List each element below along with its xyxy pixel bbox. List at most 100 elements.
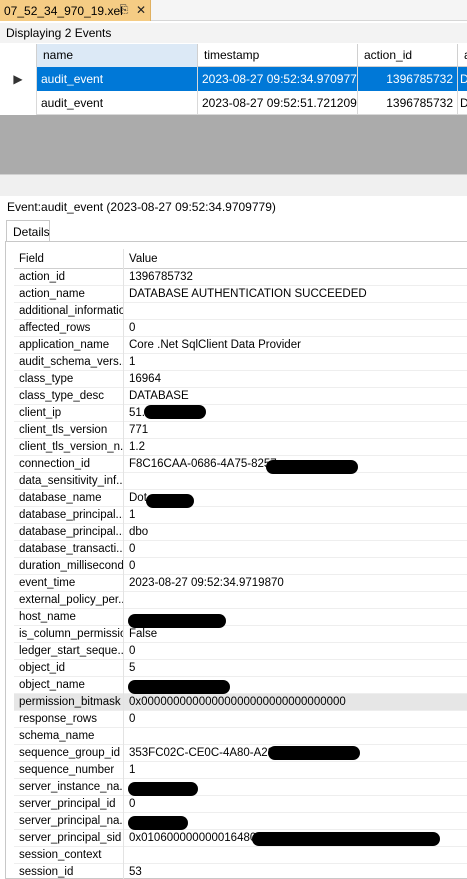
- close-icon[interactable]: ✕: [134, 3, 148, 17]
- detail-field-name: database_principal...: [14, 507, 124, 524]
- detail-field-value: Core .Net SqlClient Data Provider: [129, 339, 301, 351]
- detail-row[interactable]: response_rows 0: [14, 711, 467, 728]
- detail-row[interactable]: database_name Dot: [14, 490, 467, 507]
- detail-field-value: 0: [129, 713, 136, 725]
- column-header-truncated[interactable]: a: [458, 44, 467, 67]
- detail-field-name: database_principal...: [14, 524, 124, 541]
- detail-field-value: 1: [129, 764, 136, 776]
- detail-field-name: ledger_start_seque...: [14, 643, 124, 660]
- cell-truncated[interactable]: D: [458, 91, 467, 115]
- detail-row[interactable]: object_name: [14, 677, 467, 694]
- row-selector-arrow-icon[interactable]: ▶: [0, 67, 37, 91]
- detail-field-name: class_type_desc: [14, 388, 124, 405]
- cell-name[interactable]: audit_event: [37, 91, 198, 115]
- column-header-action-id[interactable]: action_id: [358, 44, 458, 67]
- detail-row[interactable]: action_id 1396785732: [14, 269, 467, 286]
- detail-field-name: database_name: [14, 490, 124, 507]
- events-grid: name timestamp action_id a ▶ audit_event…: [0, 44, 467, 174]
- detail-row[interactable]: database_transacti... 0: [14, 541, 467, 558]
- detail-field-value: 0: [129, 645, 136, 657]
- detail-field-name: affected_rows: [14, 320, 124, 337]
- detail-field-value: 16964: [129, 373, 161, 385]
- redaction-mark: [128, 816, 188, 830]
- cell-timestamp[interactable]: 2023-08-27 09:52:51.7212091: [198, 91, 358, 115]
- detail-field-name: action_name: [14, 286, 124, 303]
- detail-field-name: server_principal_sid: [14, 830, 124, 847]
- detail-row[interactable]: sequence_group_id 353FC02C-CE0C-4A80-A28C…: [14, 745, 467, 762]
- row-selector[interactable]: [0, 91, 37, 115]
- detail-row[interactable]: sequence_number 1: [14, 762, 467, 779]
- detail-field-name: sequence_number: [14, 762, 124, 779]
- detail-row[interactable]: session_id 53: [14, 864, 467, 879]
- document-tabstrip: 07_52_34_970_19.xel ⎘ ✕: [0, 0, 467, 21]
- detail-field-name: server_instance_na...: [14, 779, 124, 796]
- detail-row[interactable]: duration_milliseconds 0: [14, 558, 467, 575]
- detail-field-name: data_sensitivity_inf...: [14, 473, 124, 490]
- table-row[interactable]: ▶ audit_event 2023-08-27 09:52:34.970977…: [0, 67, 467, 91]
- redaction-mark: [128, 614, 226, 628]
- detail-row[interactable]: object_id 5: [14, 660, 467, 677]
- detail-field-value: 1396785732: [129, 271, 193, 283]
- detail-field-value: False: [129, 628, 158, 640]
- redaction-mark: [266, 460, 358, 474]
- grid-header: name timestamp action_id a: [0, 44, 467, 67]
- detail-field-name: database_transacti...: [14, 541, 124, 558]
- detail-row[interactable]: data_sensitivity_inf...: [14, 473, 467, 490]
- tab-details[interactable]: Details: [6, 220, 50, 242]
- detail-row[interactable]: session_context: [14, 847, 467, 864]
- detail-row[interactable]: is_column_permission False: [14, 626, 467, 643]
- detail-row[interactable]: server_principal_na...: [14, 813, 467, 830]
- detail-row[interactable]: connection_id F8C16CAA-0686-4A75-8257-: [14, 456, 467, 473]
- table-row[interactable]: audit_event 2023-08-27 09:52:51.7212091 …: [0, 91, 467, 115]
- detail-field-name: external_policy_per...: [14, 592, 124, 609]
- detail-row[interactable]: server_principal_id 0: [14, 796, 467, 813]
- detail-row[interactable]: client_tls_version 771: [14, 422, 467, 439]
- column-header-name[interactable]: name: [37, 44, 198, 67]
- detail-field-name: duration_milliseconds: [14, 558, 124, 575]
- document-tab[interactable]: 07_52_34_970_19.xel ⎘ ✕: [0, 0, 151, 21]
- detail-row[interactable]: additional_information: [14, 303, 467, 320]
- detail-field-value: 53: [129, 866, 142, 878]
- detail-row[interactable]: client_tls_version_n... 1.2: [14, 439, 467, 456]
- detail-row[interactable]: permission_bitmask 0x00000000000000000000…: [14, 694, 467, 711]
- detail-field-name: host_name: [14, 609, 124, 626]
- detail-row[interactable]: client_ip 51.: [14, 405, 467, 422]
- cell-action-id[interactable]: 1396785732: [358, 67, 458, 91]
- detail-row[interactable]: class_type 16964: [14, 371, 467, 388]
- detail-field-name: object_id: [14, 660, 124, 677]
- detail-field-value: [124, 592, 467, 609]
- detail-row[interactable]: application_name Core .Net SqlClient Data…: [14, 337, 467, 354]
- event-title: Event:audit_event (2023-08-27 09:52:34.9…: [7, 200, 276, 214]
- column-header-timestamp[interactable]: timestamp: [198, 44, 358, 67]
- pin-icon[interactable]: ⎘: [117, 3, 131, 17]
- detail-row[interactable]: event_time 2023-08-27 09:52:34.9719870: [14, 575, 467, 592]
- cell-timestamp[interactable]: 2023-08-27 09:52:34.9709779: [198, 67, 358, 91]
- detail-row[interactable]: database_principal... 1: [14, 507, 467, 524]
- detail-row[interactable]: database_principal... dbo: [14, 524, 467, 541]
- details-table: Field Value action_id 1396785732 action_na…: [14, 249, 467, 879]
- detail-row[interactable]: schema_name: [14, 728, 467, 745]
- redaction-mark: [146, 494, 194, 508]
- detail-field-value: 2023-08-27 09:52:34.9719870: [129, 577, 284, 589]
- detail-row[interactable]: audit_schema_vers... 1: [14, 354, 467, 371]
- detail-field-value: 1: [129, 509, 136, 521]
- cell-name[interactable]: audit_event: [37, 67, 198, 91]
- detail-row[interactable]: external_policy_per...: [14, 592, 467, 609]
- pane-splitter[interactable]: [0, 174, 467, 196]
- grid-corner: [0, 44, 37, 67]
- detail-row[interactable]: server_instance_na...: [14, 779, 467, 796]
- detail-field-name: client_tls_version: [14, 422, 124, 439]
- detail-field-value: 1.2: [129, 441, 145, 453]
- detail-field-name: client_ip: [14, 405, 124, 422]
- column-header-field[interactable]: Field: [14, 249, 124, 269]
- detail-field-value: 0: [129, 798, 136, 810]
- detail-row[interactable]: host_name: [14, 609, 467, 626]
- detail-row[interactable]: affected_rows 0: [14, 320, 467, 337]
- detail-field-name: event_time: [14, 575, 124, 592]
- detail-row[interactable]: class_type_desc DATABASE: [14, 388, 467, 405]
- detail-row[interactable]: ledger_start_seque... 0: [14, 643, 467, 660]
- detail-row[interactable]: action_name DATABASE AUTHENTICATION SUCCE…: [14, 286, 467, 303]
- column-header-value[interactable]: Value: [124, 249, 467, 269]
- cell-truncated[interactable]: D: [458, 67, 467, 91]
- cell-action-id[interactable]: 1396785732: [358, 91, 458, 115]
